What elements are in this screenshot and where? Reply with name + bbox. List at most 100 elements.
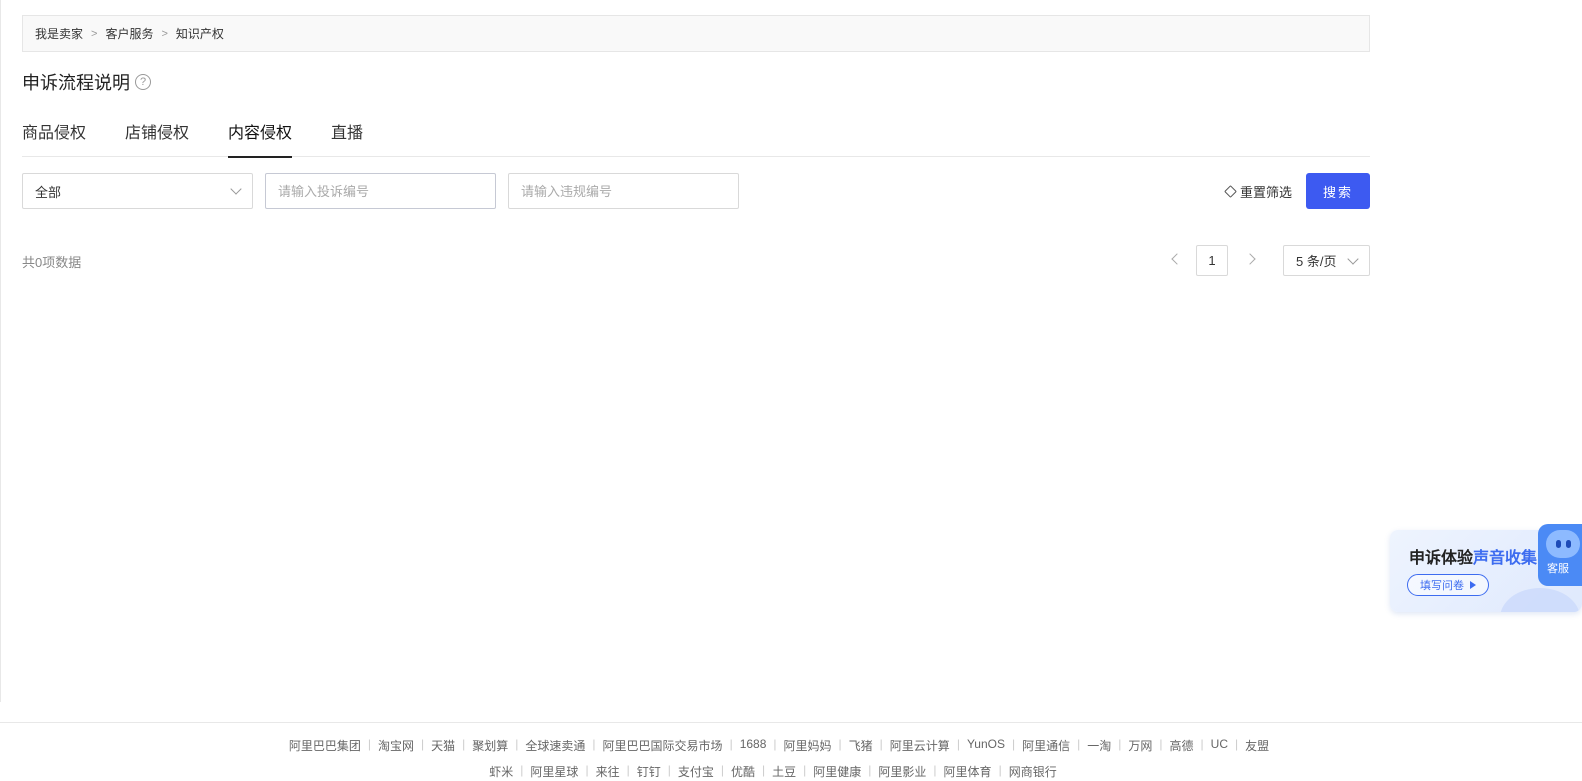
footer-link[interactable]: 阿里妈妈 <box>784 737 832 754</box>
tab-store-infringement[interactable]: 店铺侵权 <box>125 120 189 157</box>
footer-link[interactable]: 全球速卖通 <box>525 737 585 754</box>
footer-separator: | <box>729 737 733 751</box>
tab-content-infringement[interactable]: 内容侵权 <box>228 120 293 158</box>
violation-number-input[interactable] <box>521 183 726 199</box>
status-select-value: 全部 <box>35 184 62 200</box>
footer-separator: | <box>626 763 630 777</box>
footer-link[interactable]: 阿里健康 <box>813 763 861 780</box>
footer-link[interactable]: 土豆 <box>772 763 796 780</box>
footer-link[interactable]: 虾米 <box>489 763 513 780</box>
footer-separator: | <box>585 763 589 777</box>
footer-link[interactable]: 淘宝网 <box>378 737 414 754</box>
banner-title-highlight: 声音收集 <box>1473 550 1538 567</box>
tab-product-infringement[interactable]: 商品侵权 <box>22 120 86 157</box>
footer-link[interactable]: 飞猪 <box>849 737 873 754</box>
footer-separator: | <box>421 737 425 751</box>
footer-link[interactable]: 聚划算 <box>472 737 508 754</box>
customer-service-widget[interactable]: 客服 <box>1538 524 1582 586</box>
breadcrumb-item-ip: 知识产权 <box>175 27 224 41</box>
page-title-text: 申诉流程说明 <box>22 73 130 93</box>
footer-separator: | <box>367 737 371 751</box>
footer-link[interactable]: 阿里影业 <box>878 763 926 780</box>
breadcrumb-item-seller[interactable]: 我是卖家 <box>35 25 83 42</box>
footer-link[interactable]: UC <box>1211 737 1228 754</box>
pagination-page[interactable]: 1 <box>1196 245 1228 276</box>
search-button[interactable]: 搜索 <box>1306 173 1370 209</box>
footer-separator: | <box>762 763 766 777</box>
footer-separator: | <box>773 737 777 751</box>
reset-filter-label: 重置筛选 <box>1240 184 1293 200</box>
footer-separator: | <box>515 737 519 751</box>
robot-icon <box>1546 530 1580 558</box>
footer-separator: | <box>462 737 466 751</box>
footer-link[interactable]: 优酷 <box>731 763 755 780</box>
chevron-right-icon[interactable] <box>1246 254 1256 264</box>
footer-separator: | <box>1200 737 1204 751</box>
banner-title: 申诉体验声音收集 <box>1409 544 1537 568</box>
footer-link[interactable]: 1688 <box>740 737 767 754</box>
footer-link[interactable]: 钉钉 <box>637 763 661 780</box>
footer-link[interactable]: 友盟 <box>1245 737 1269 754</box>
breadcrumb: 我是卖家 > 客户服务 > 知识产权 <box>22 15 1370 52</box>
footer-link[interactable]: 天猫 <box>431 737 455 754</box>
breadcrumb-separator: > <box>161 27 168 40</box>
tab-bar: 商品侵权 店铺侵权 内容侵权 直播 <box>22 120 1370 158</box>
play-icon <box>1470 581 1476 589</box>
chevron-down-icon <box>230 183 242 195</box>
help-icon[interactable]: ? <box>135 74 151 90</box>
page-size-value: 5 条/页 <box>1296 254 1337 269</box>
page-title: 申诉流程说明 ? <box>22 70 151 94</box>
footer-separator: | <box>1159 737 1163 751</box>
reset-filter-button[interactable]: 重置筛选 <box>1224 182 1293 200</box>
customer-service-label: 客服 <box>1547 563 1569 575</box>
left-border <box>0 0 1 702</box>
chevron-left-icon[interactable] <box>1170 254 1180 264</box>
footer-separator: | <box>803 763 807 777</box>
footer-link[interactable]: 来往 <box>596 763 620 780</box>
footer-link[interactable]: 阿里星球 <box>530 763 578 780</box>
tab-live-stream[interactable]: 直播 <box>331 120 363 157</box>
fill-survey-label: 填写问卷 <box>1420 580 1464 592</box>
chevron-down-icon <box>1347 252 1359 265</box>
footer-separator: | <box>1011 737 1016 751</box>
status-select[interactable]: 全部 <box>22 173 253 209</box>
footer-link[interactable]: 支付宝 <box>678 763 714 780</box>
footer-link[interactable]: 阿里通信 <box>1022 737 1070 754</box>
robot-eye <box>1556 540 1561 548</box>
footer-separator: | <box>592 737 596 751</box>
footer-separator: | <box>998 763 1002 777</box>
footer-links-row2: 虾米 | 阿里星球 | 来往 | 钉钉 | 支付宝 | 优酷 | 土豆 | 阿里健康 | 阿里影业 | 阿里体育 | 网… <box>0 763 1582 780</box>
footer-links-row1: 阿里巴巴集团 | 淘宝网 | 天猫 | 聚划算 | 全球速卖通 | 阿里巴巴国际交易市场 | 1688 |… <box>0 737 1582 754</box>
footer-separator: | <box>956 737 960 751</box>
footer-separator: | <box>838 737 842 751</box>
footer-link[interactable]: YunOS <box>967 737 1005 754</box>
footer-separator: | <box>1077 737 1081 751</box>
eraser-icon <box>1224 184 1237 198</box>
footer-separator: | <box>879 737 883 751</box>
page-size-select[interactable]: 5 条/页 <box>1283 245 1370 276</box>
footer-link[interactable]: 阿里巴巴集团 <box>289 737 361 754</box>
footer-link[interactable]: 万网 <box>1128 737 1152 754</box>
banner-decoration <box>1500 588 1580 612</box>
footer-link[interactable]: 网商银行 <box>1009 763 1057 780</box>
complaint-number-field <box>265 173 496 209</box>
footer-separator: | <box>520 763 524 777</box>
footer-link[interactable]: 阿里云计算 <box>890 737 950 754</box>
footer-link[interactable]: 阿里巴巴国际交易市场 <box>603 737 723 754</box>
footer-link[interactable]: 高德 <box>1170 737 1194 754</box>
breadcrumb-item-customer-service[interactable]: 客户服务 <box>105 25 153 42</box>
footer-separator: | <box>868 763 872 777</box>
complaint-number-input[interactable] <box>278 183 483 199</box>
footer-separator: | <box>933 763 937 777</box>
footer-link[interactable]: 一淘 <box>1087 737 1111 754</box>
footer-separator: | <box>720 763 724 777</box>
footer-separator: | <box>1118 737 1122 751</box>
footer-link[interactable]: 阿里体育 <box>944 763 992 780</box>
violation-number-field <box>508 173 739 209</box>
footer-separator: | <box>667 763 671 777</box>
fill-survey-button[interactable]: 填写问卷 <box>1407 574 1489 596</box>
footer-divider <box>0 722 1582 723</box>
breadcrumb-separator: > <box>91 27 98 40</box>
banner-title-prefix: 申诉体验 <box>1409 550 1474 567</box>
robot-eye <box>1566 540 1571 548</box>
